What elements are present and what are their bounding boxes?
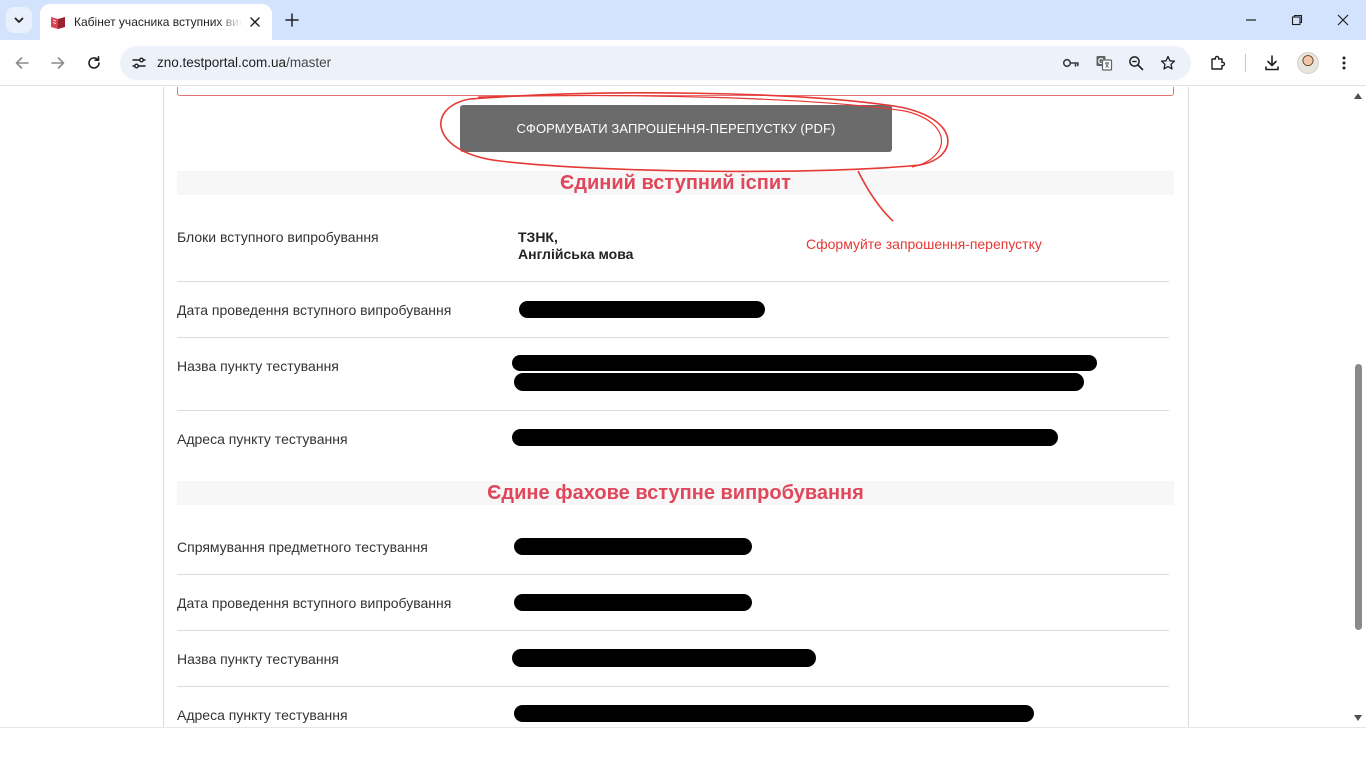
- reload-icon: [88, 56, 100, 69]
- redacted-test-center-address-2: [514, 705, 1034, 722]
- section-title-professional-exam: Єдине фахове вступне випробування: [177, 481, 1174, 505]
- new-tab-button[interactable]: [282, 10, 302, 30]
- row-label-exam-date: Дата проведення вступного випробування: [177, 302, 452, 318]
- row-divider: [177, 686, 1169, 687]
- redacted-exam-date-2: [514, 594, 752, 611]
- bottom-strip: [0, 727, 1366, 768]
- row-divider: [177, 281, 1169, 282]
- scroll-thumb[interactable]: [1355, 364, 1362, 630]
- generate-pass-pdf-button[interactable]: СФОРМУВАТИ ЗАПРОШЕННЯ-ПЕРЕПУСТКУ (PDF): [460, 105, 892, 152]
- row-label-test-center-address-2: Адреса пункту тестування: [177, 707, 348, 723]
- previous-panel-border: [177, 87, 1174, 96]
- row-divider: [177, 574, 1169, 575]
- arrow-right-icon: [51, 57, 65, 69]
- redacted-test-center-name: [512, 355, 1097, 371]
- tab-close-button[interactable]: [246, 13, 264, 31]
- url-host: zno.testportal.com.ua: [157, 55, 287, 70]
- page-scrollbar[interactable]: [1350, 87, 1366, 727]
- page-viewport: СФОРМУВАТИ ЗАПРОШЕННЯ-ПЕРЕПУСТКУ (PDF) Є…: [0, 87, 1350, 727]
- row-divider: [177, 410, 1169, 411]
- annotation-text: Сформуйте запрошення-перепустку: [806, 236, 1042, 252]
- restore-button[interactable]: [1285, 8, 1309, 32]
- browser-menu-button[interactable]: [1332, 51, 1356, 75]
- browser-toolbar: zno.testportal.com.ua/master G: [0, 40, 1366, 86]
- tab-title: Кабінет учасника вступних випробувань: [74, 15, 242, 29]
- row-label-test-center-name: Назва пункту тестування: [177, 358, 339, 374]
- tab-strip: Кабінет учасника вступних випробувань: [0, 0, 1366, 40]
- star-icon: [1160, 55, 1176, 70]
- section-title-entrance-exam: Єдиний вступний іспит: [177, 171, 1174, 195]
- exam-block-line: ТЗНК,: [518, 229, 558, 245]
- url-text[interactable]: zno.testportal.com.ua/master: [157, 55, 331, 70]
- row-divider: [177, 630, 1169, 631]
- bookmark-button[interactable]: [1157, 52, 1179, 74]
- redacted-test-center-name-2: [512, 649, 816, 667]
- redacted-subject-direction: [514, 538, 752, 555]
- forward-button[interactable]: [46, 51, 70, 75]
- tune-icon: [132, 57, 146, 69]
- exam-block-line: Англійська мова: [518, 246, 634, 262]
- profile-avatar[interactable]: [1297, 52, 1319, 74]
- zoom-button[interactable]: [1125, 52, 1147, 74]
- row-label-subject-direction: Спрямування предметного тестування: [177, 539, 428, 555]
- passwords-button[interactable]: [1060, 52, 1082, 74]
- site-info-button[interactable]: [128, 52, 150, 74]
- chevron-down-icon: [14, 17, 24, 23]
- row-label-test-center-name-2: Назва пункту тестування: [177, 651, 339, 667]
- row-value-exam-blocks: ТЗНК, Англійська мова: [518, 229, 633, 263]
- close-window-button[interactable]: [1331, 8, 1355, 32]
- row-label-test-center-address: Адреса пункту тестування: [177, 431, 348, 447]
- scroll-up-button[interactable]: [1353, 91, 1363, 101]
- toolbar-separator: [1245, 54, 1246, 72]
- row-divider: [177, 337, 1169, 338]
- puzzle-icon: [1211, 55, 1226, 70]
- site-favicon-icon: [51, 17, 65, 29]
- minimize-icon: [1246, 19, 1256, 21]
- row-label-exam-blocks: Блоки вступного випробування: [177, 229, 379, 245]
- triangle-up-icon: [1354, 93, 1362, 99]
- more-vertical-icon: [1342, 56, 1346, 70]
- translate-button[interactable]: G: [1093, 52, 1115, 74]
- download-icon: [1265, 55, 1279, 71]
- reload-button[interactable]: [82, 51, 106, 75]
- address-bar[interactable]: zno.testportal.com.ua/master G: [120, 46, 1191, 80]
- close-icon: [250, 17, 260, 27]
- redacted-exam-date: [519, 301, 765, 318]
- scroll-down-button[interactable]: [1353, 713, 1363, 723]
- zoom-out-icon: [1129, 56, 1144, 71]
- extensions-button[interactable]: [1206, 51, 1230, 75]
- url-path: /master: [286, 55, 332, 70]
- back-button[interactable]: [10, 51, 34, 75]
- tab-search-button[interactable]: [6, 7, 32, 33]
- row-label-exam-date-2: Дата проведення вступного випробування: [177, 595, 452, 611]
- redacted-test-center-name: [514, 373, 1084, 391]
- translate-icon: G: [1096, 56, 1113, 71]
- close-icon: [1337, 14, 1349, 26]
- restore-icon: [1291, 14, 1303, 26]
- plus-icon: [285, 13, 299, 27]
- key-icon: [1062, 58, 1079, 68]
- redacted-test-center-address: [512, 429, 1058, 446]
- browser-tab-active[interactable]: Кабінет учасника вступних випробувань: [40, 4, 272, 40]
- downloads-button[interactable]: [1260, 51, 1284, 75]
- arrow-left-icon: [15, 57, 29, 69]
- triangle-down-icon: [1354, 715, 1362, 721]
- minimize-button[interactable]: [1239, 8, 1263, 32]
